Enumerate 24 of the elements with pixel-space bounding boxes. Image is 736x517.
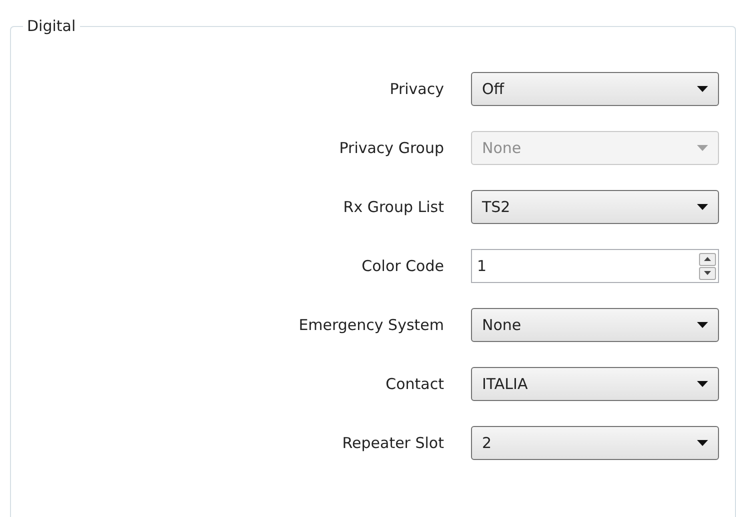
field-label: Color Code <box>362 257 444 275</box>
caret-icon <box>697 322 708 328</box>
caret-icon <box>697 86 708 92</box>
dropdown[interactable]: TS2 <box>471 190 719 224</box>
caret-icon <box>697 204 708 210</box>
caret-icon <box>697 145 708 151</box>
number-spinner[interactable]: 1 <box>471 249 719 283</box>
field-label: Repeater Slot <box>342 434 444 452</box>
field-label: Rx Group List <box>343 198 444 216</box>
dropdown[interactable]: ITALIA <box>471 367 719 401</box>
dropdown[interactable]: None <box>471 308 719 342</box>
up-arrow-icon <box>704 257 711 261</box>
group-title: Digital <box>26 17 77 35</box>
spin-down-button[interactable] <box>699 266 716 280</box>
dropdown[interactable]: 2 <box>471 426 719 460</box>
dropdown[interactable]: Off <box>471 72 719 106</box>
caret-icon <box>697 381 708 387</box>
field-label: Contact <box>386 375 444 393</box>
down-arrow-icon <box>704 271 711 275</box>
field-label: Privacy <box>390 80 444 98</box>
spin-up-button[interactable] <box>699 252 716 266</box>
caret-icon <box>697 440 708 446</box>
field-label: Emergency System <box>298 316 444 334</box>
field-label: Privacy Group <box>339 139 444 157</box>
